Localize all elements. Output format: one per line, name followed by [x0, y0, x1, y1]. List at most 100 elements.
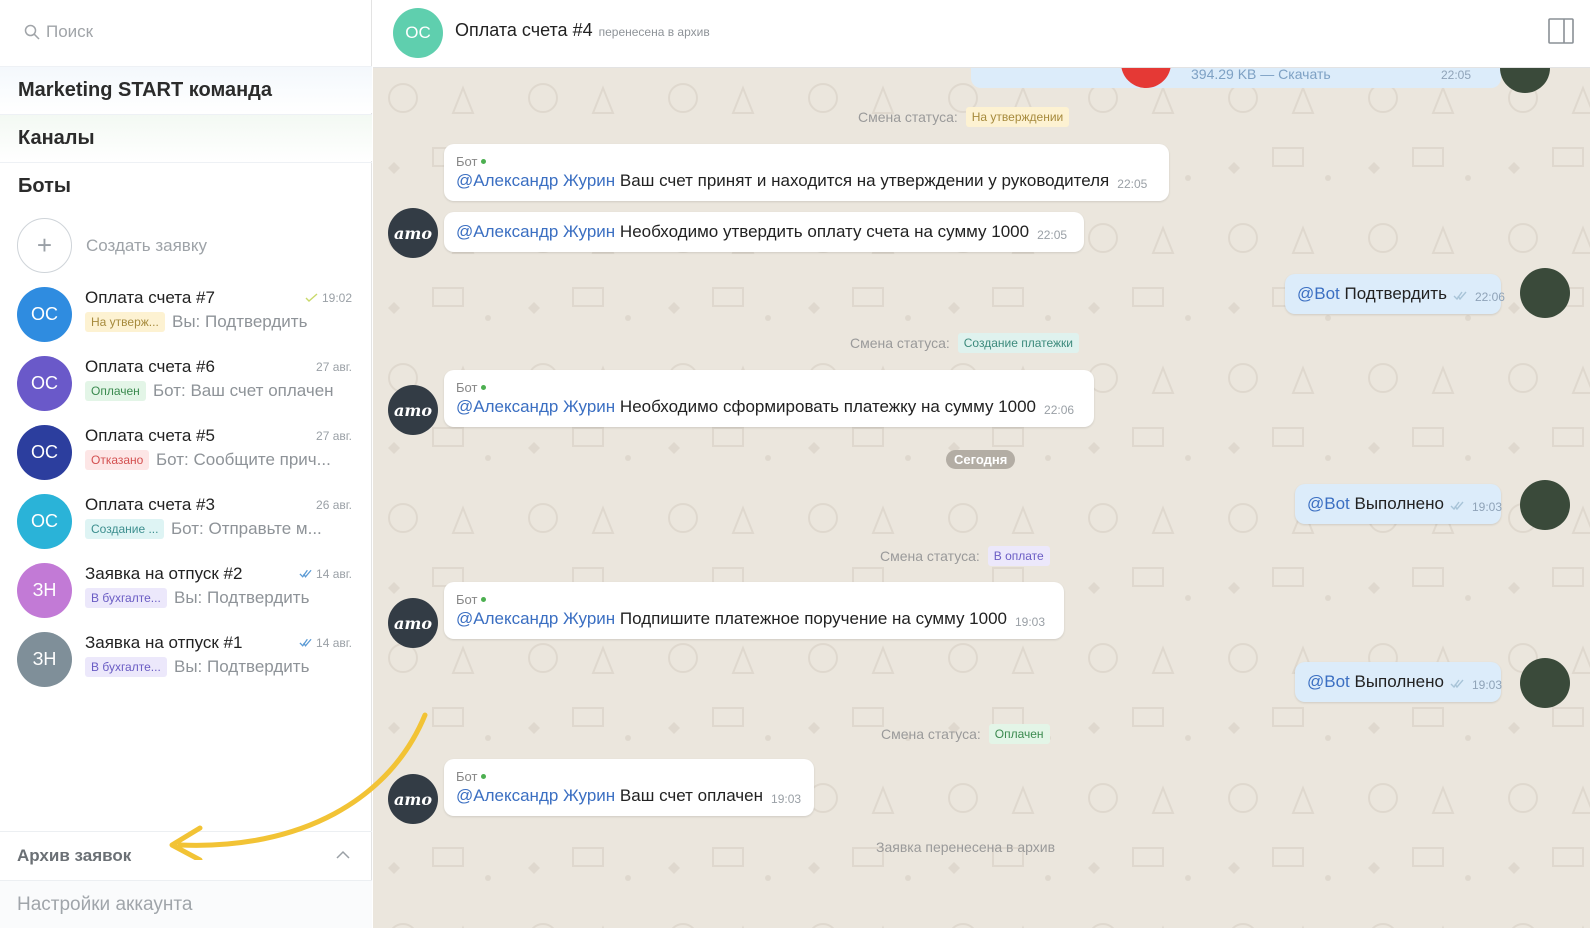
archived-note: Заявка перенесена в архив [876, 839, 1056, 855]
side-panel-toggle-icon[interactable] [1548, 18, 1574, 44]
double-check-icon [1450, 501, 1464, 511]
archive-section-toggle[interactable]: Архив заявок [0, 831, 372, 879]
chat-preview: Бот: Ваш счет оплачен [153, 381, 334, 400]
online-dot [481, 774, 487, 779]
chat-time: 27 авг. [316, 360, 352, 374]
mention-link[interactable]: @Bot [1307, 672, 1350, 691]
bot-message[interactable]: Бот @Александр Журин Ваш счет оплачен 19:… [444, 759, 814, 816]
message-time: 19:03 [1471, 500, 1502, 514]
online-dot [481, 159, 487, 164]
read-check-icon [299, 636, 312, 650]
status-badge: Оплачен [85, 381, 146, 401]
file-download-link[interactable]: 394.29 KB — Скачать [1191, 68, 1331, 82]
sender-name: Бот [456, 769, 802, 784]
chat-list-item[interactable]: ОС Оплата счета #5 27 авг. Отказано Бот: Соо… [0, 419, 372, 488]
chat-avatar: ОС [17, 425, 72, 480]
sender-name: Бот [456, 154, 1157, 169]
message-text: Подпишите платежное поручение на сумму 1… [615, 609, 1007, 628]
chat-time: 14 авг. [299, 567, 352, 581]
bot-message[interactable]: Бот @Александр Журин Ваш счет принят и н… [444, 144, 1169, 201]
chat-preview: Бот: Отправьте м... [171, 519, 322, 538]
status-badge: Создание ... [85, 519, 165, 539]
message-time: 22:06 [1474, 290, 1505, 304]
create-request-button[interactable]: + Создать заявку [17, 218, 207, 273]
mention-link[interactable]: @Александр Журин [456, 222, 615, 241]
section-bots[interactable]: Боты [0, 162, 372, 209]
chat-preview: Бот: Сообщите прич... [156, 450, 331, 469]
online-dot [481, 385, 487, 390]
chat-header: ОС Оплата счета #4 перенесена в архив [373, 0, 1590, 68]
chat-list-item[interactable]: ОС Оплата счета #6 27 авг. Оплачен Бот: Ваш … [0, 350, 372, 419]
user-message[interactable]: @Bot Выполнено 19:03 [1295, 662, 1502, 702]
mention-link[interactable]: @Александр Журин [456, 171, 615, 190]
status-badge: Отказано [85, 450, 150, 470]
message-area[interactable]: 394.29 KB — Скачать 22:05 Смена статуса:… [373, 68, 1590, 928]
chat-list-item[interactable]: ЗН Заявка на отпуск #1 14 авг. В бухгалте..… [0, 626, 372, 695]
read-check-icon [299, 567, 312, 581]
bot-message[interactable]: @Александр Журин Необходимо утвердить оп… [444, 212, 1084, 252]
status-change-label: Смена статуса: [880, 548, 980, 564]
message-time: 22:05 [1117, 177, 1148, 191]
message-time: 19:03 [771, 792, 802, 806]
message-text: Подтвердить [1339, 284, 1447, 303]
user-message[interactable]: @Bot Выполнено 19:03 [1295, 484, 1502, 524]
bot-avatar: amo [388, 774, 438, 824]
status-badge: Оплачен [988, 724, 1050, 744]
bot-message[interactable]: Бот @Александр Журин Подпишите платежное… [444, 582, 1064, 639]
status-badge: В бухгалте... [85, 657, 167, 677]
mention-link[interactable]: @Александр Журин [456, 397, 615, 416]
status-badge: На утверждении [965, 107, 1070, 127]
section-team[interactable]: Marketing START команда [0, 66, 372, 113]
status-change-label: Смена статуса: [850, 335, 950, 351]
search-input[interactable] [46, 22, 346, 42]
chat-avatar: ОС [17, 356, 72, 411]
status-change-label: Смена статуса: [858, 109, 958, 125]
mention-link[interactable]: @Александр Журин [456, 609, 615, 628]
chat-title: Заявка на отпуск #1 [85, 633, 243, 652]
bot-avatar: amo [388, 598, 438, 648]
status-change: Смена статуса: Создание платежки [850, 333, 1079, 353]
user-message[interactable]: @Bot Подтвердить 22:06 [1285, 274, 1505, 314]
chevron-up-icon [336, 850, 350, 859]
search-bar[interactable] [24, 20, 346, 44]
bot-message[interactable]: Бот @Александр Журин Необходимо сформиро… [444, 370, 1094, 427]
message-time: 19:03 [1015, 615, 1046, 629]
chat-title: Заявка на отпуск #2 [85, 564, 243, 583]
chat-avatar: ОС [17, 287, 72, 342]
chat-title: Оплата счета #3 [85, 495, 215, 514]
message-text: Выполнено [1349, 672, 1444, 691]
bot-avatar: amo [388, 208, 438, 258]
mention-link[interactable]: @Bot [1297, 284, 1340, 303]
status-change: Смена статуса: На утверждении [858, 107, 1070, 127]
message-text: Ваш счет принят и находится на утвержден… [615, 171, 1110, 190]
status-badge: В оплате [987, 546, 1050, 566]
mention-link[interactable]: @Bot [1307, 494, 1350, 513]
section-channels[interactable]: Каналы [0, 114, 372, 161]
sender-name: Бот [456, 592, 1052, 607]
chat-list-item[interactable]: ЗН Заявка на отпуск #2 14 авг. В бухгалте..… [0, 557, 372, 626]
message-text: Необходимо сформировать платежку на сумм… [615, 397, 1037, 416]
chat-avatar: ЗН [17, 632, 72, 687]
status-change: Смена статуса: В оплате [880, 546, 1050, 566]
status-change-label: Смена статуса: [881, 726, 981, 742]
user-avatar [1520, 658, 1570, 708]
status-badge: На утверж... [85, 312, 165, 332]
file-message-partial[interactable]: 394.29 KB — Скачать 22:05 [971, 68, 1501, 88]
user-avatar [1520, 268, 1570, 318]
chat-avatar: ОС [393, 8, 443, 58]
chat-time: 27 авг. [316, 429, 352, 443]
chat-avatar: ОС [17, 494, 72, 549]
account-settings-link[interactable]: Настройки аккаунта [0, 880, 372, 928]
user-avatar [1520, 480, 1570, 530]
chat-list-item[interactable]: ОС Оплата счета #3 26 авг. Создание ... Бот:… [0, 488, 372, 557]
file-icon [1121, 68, 1171, 88]
message-text: Ваш счет оплачен [615, 786, 764, 805]
mention-link[interactable]: @Александр Журин [456, 786, 615, 805]
chat-preview: Вы: Подтвердить [174, 588, 310, 607]
chat-time: 14 авг. [299, 636, 352, 650]
chat-subtitle: перенесена в архив [598, 25, 710, 39]
chat-title: Оплата счета #7 [85, 288, 215, 307]
chat-time: 19:02 [305, 291, 352, 305]
chat-list-item[interactable]: ОС Оплата счета #7 19:02 На утверж... Вы: По… [0, 281, 372, 350]
chat-preview: Вы: Подтвердить [172, 312, 308, 331]
